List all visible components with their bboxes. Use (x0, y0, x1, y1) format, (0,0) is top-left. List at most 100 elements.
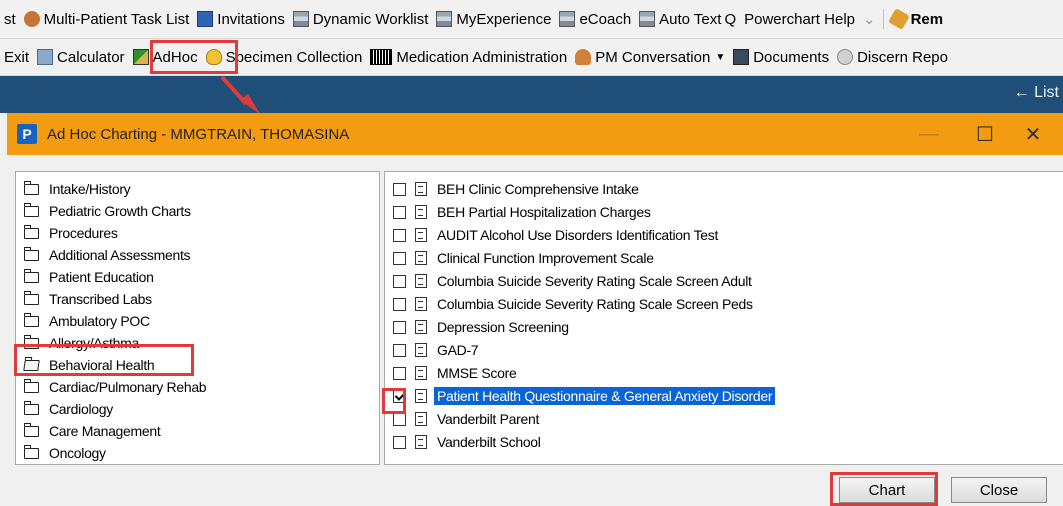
form-item-depression-screening[interactable]: Depression Screening (393, 316, 572, 338)
folder-icon (23, 224, 39, 239)
tree-item-ambulatory-poc[interactable]: Ambulatory POC (23, 310, 150, 332)
form-item-vanderbilt-parent[interactable]: Vanderbilt Parent (393, 408, 542, 430)
form-checkbox[interactable] (393, 251, 406, 265)
form-icon (415, 389, 427, 403)
chart-button[interactable]: Chart (839, 477, 935, 503)
folder-icon (23, 180, 39, 195)
dialog-body: Intake/History Pediatric Growth Charts P… (7, 155, 1063, 506)
powerchart-app-icon: P (17, 124, 37, 144)
calculator-icon (37, 49, 54, 65)
form-checkbox[interactable] (393, 274, 406, 288)
medication-administration-button[interactable]: Medication Administration (366, 39, 571, 75)
form-icon (415, 205, 427, 219)
form-item-vanderbilt-school[interactable]: Vanderbilt School (393, 431, 544, 453)
form-checkbox[interactable] (393, 228, 406, 242)
folder-tree[interactable]: Intake/History Pediatric Growth Charts P… (15, 171, 380, 465)
dynamic-worklist-button[interactable]: Dynamic Worklist (289, 0, 433, 38)
maximize-button[interactable]: ☐ (963, 113, 1007, 155)
folder-icon (23, 202, 39, 217)
documents-button[interactable]: Documents (729, 39, 833, 75)
key-icon (887, 8, 910, 30)
form-checkbox-checked[interactable] (393, 389, 406, 403)
adhoc-icon (132, 49, 149, 65)
folder-icon (23, 378, 39, 393)
tree-item-patient-education[interactable]: Patient Education (23, 266, 154, 288)
form-item-gad-7[interactable]: GAD-7 (393, 339, 481, 361)
folder-icon (23, 334, 39, 349)
form-checkbox[interactable] (393, 205, 406, 219)
form-icon (415, 435, 427, 449)
form-item-phq-gad[interactable]: Patient Health Questionnaire & General A… (393, 385, 777, 407)
form-checkbox[interactable] (393, 366, 406, 380)
tree-item-procedures[interactable]: Procedures (23, 222, 118, 244)
form-checkbox[interactable] (393, 435, 406, 449)
navigation-bar: ← List (0, 76, 1063, 113)
discern-reporting-button[interactable]: Discern Repo (833, 39, 952, 75)
form-checkbox[interactable] (393, 412, 406, 426)
form-icon (415, 251, 427, 265)
form-icon (415, 297, 427, 311)
tree-item-behavioral-health[interactable]: Behavioral Health (23, 354, 155, 376)
form-item-beh-clinic-comprehensive-intake[interactable]: BEH Clinic Comprehensive Intake (393, 178, 642, 200)
tree-item-cardiac-pulmonary-rehab[interactable]: Cardiac/Pulmonary Rehab (23, 376, 207, 398)
ecoach-button[interactable]: eCoach (555, 0, 635, 38)
search-icon: Q (724, 10, 737, 28)
tree-item-cardiology[interactable]: Cardiology (23, 398, 113, 420)
folder-icon (23, 400, 39, 415)
form-checkbox[interactable] (393, 320, 406, 334)
form-item-mmse-score[interactable]: MMSE Score (393, 362, 519, 384)
exit-button[interactable]: Exit (0, 39, 33, 75)
folder-icon (23, 312, 39, 327)
documents-icon (733, 49, 750, 65)
tree-item-transcribed-labs[interactable]: Transcribed Labs (23, 288, 152, 310)
auto-text-icon (639, 11, 656, 27)
myexperience-button[interactable]: MyExperience (432, 0, 555, 38)
auto-text-button[interactable]: Auto Text Q (635, 0, 740, 38)
top-toolbar: st Multi-Patient Task List Invitations D… (0, 0, 1063, 39)
powerchart-help-button[interactable]: Powerchart Help (740, 0, 859, 38)
dialog-title: Ad Hoc Charting - MMGTRAIN, THOMASINA (47, 125, 350, 143)
form-list[interactable]: BEH Clinic Comprehensive Intake BEH Part… (384, 171, 1063, 465)
adhoc-button[interactable]: AdHoc (129, 39, 202, 75)
form-item-beh-partial-hospitalization-charges[interactable]: BEH Partial Hospitalization Charges (393, 201, 654, 223)
discern-icon (837, 49, 854, 65)
dropdown-arrow-icon: ▼ (715, 51, 726, 63)
form-item-columbia-peds[interactable]: Columbia Suicide Severity Rating Scale S… (393, 293, 756, 315)
form-icon (415, 182, 427, 196)
pm-conversation-button[interactable]: PM Conversation ▼ (571, 39, 729, 75)
tree-item-intake-history[interactable]: Intake/History (23, 178, 131, 200)
specimen-collection-button[interactable]: Specimen Collection (202, 39, 367, 75)
form-checkbox[interactable] (393, 182, 406, 196)
dialog-title-bar: P Ad Hoc Charting - MMGTRAIN, THOMASINA … (7, 113, 1063, 155)
toolbar-item-partial[interactable]: st (0, 0, 20, 38)
form-icon (415, 412, 427, 426)
tree-item-allergy-asthma[interactable]: Allergy/Asthma (23, 332, 139, 354)
tree-item-care-management[interactable]: Care Management (23, 420, 161, 442)
tree-item-oncology[interactable]: Oncology (23, 442, 106, 464)
form-checkbox[interactable] (393, 343, 406, 357)
close-window-button[interactable]: ✕ (1011, 113, 1055, 155)
folder-icon (23, 422, 39, 437)
specimen-icon (205, 49, 222, 65)
list-link[interactable]: ← List (1014, 84, 1059, 102)
minimize-button[interactable]: — (907, 113, 951, 155)
person-icon (575, 49, 592, 65)
form-icon (415, 320, 427, 334)
form-icon (415, 274, 427, 288)
invitations-icon (197, 11, 214, 27)
form-item-clinical-function-improvement-scale[interactable]: Clinical Function Improvement Scale (393, 247, 657, 269)
invitations-button[interactable]: Invitations (193, 0, 289, 38)
barcode-icon (370, 49, 393, 65)
form-item-audit[interactable]: AUDIT Alcohol Use Disorders Identificati… (393, 224, 721, 246)
form-item-columbia-adult[interactable]: Columbia Suicide Severity Rating Scale S… (393, 270, 755, 292)
calculator-button[interactable]: Calculator (33, 39, 129, 75)
reminders-button[interactable]: Rem (887, 0, 948, 38)
toolbar-overflow-button[interactable]: ⌄ (859, 0, 880, 38)
multi-patient-task-list-button[interactable]: Multi-Patient Task List (20, 0, 194, 38)
form-icon (415, 343, 427, 357)
form-checkbox[interactable] (393, 297, 406, 311)
close-button[interactable]: Close (951, 477, 1047, 503)
tree-item-additional-assessments[interactable]: Additional Assessments (23, 244, 191, 266)
folder-icon (23, 444, 39, 459)
tree-item-pediatric-growth-charts[interactable]: Pediatric Growth Charts (23, 200, 191, 222)
